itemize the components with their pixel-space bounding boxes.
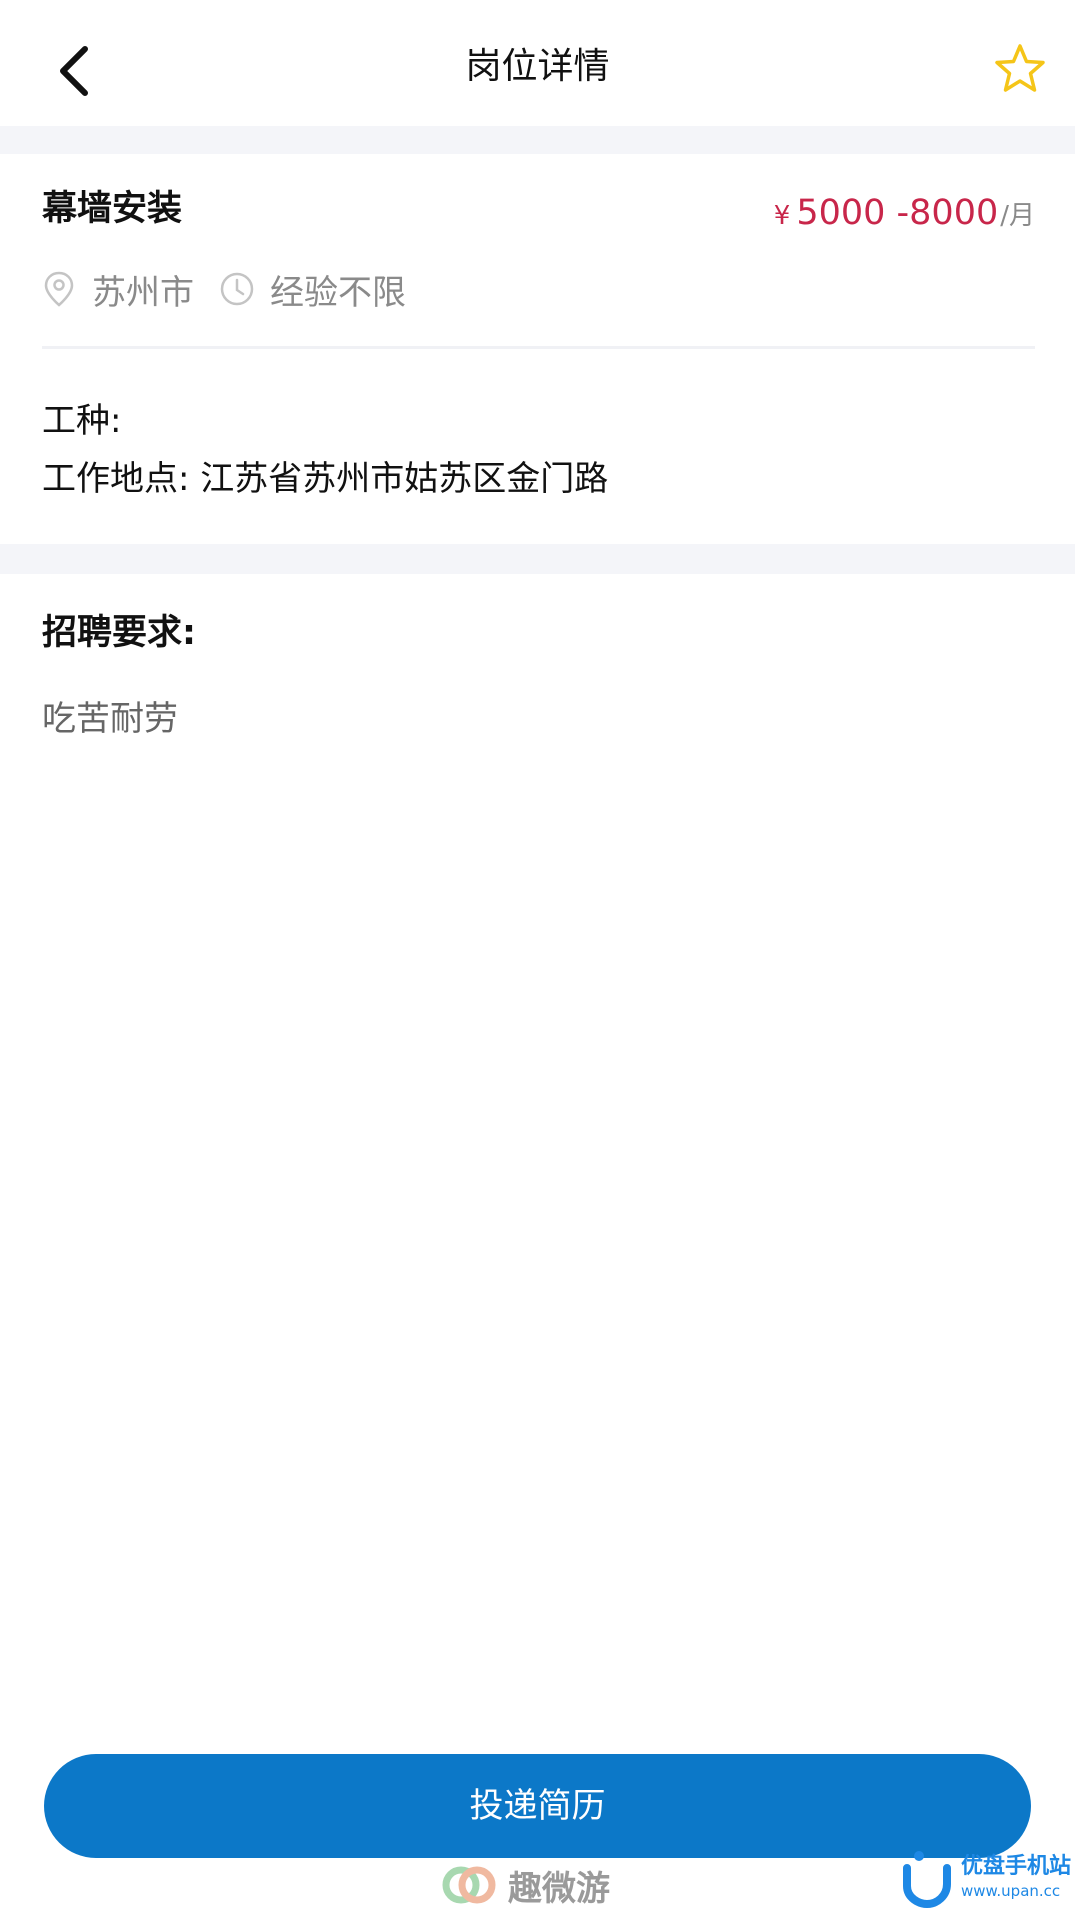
job-detail-page: 岗位详情 幕墙安装 ¥5000 -8000/月 苏州市 经验不限 工种: 工作地… bbox=[0, 0, 1075, 1915]
watermark-left-text: 趣微游 bbox=[508, 1868, 610, 1909]
clock-icon bbox=[218, 270, 256, 308]
requirements-heading: 招聘要求: bbox=[42, 613, 196, 653]
salary-currency: ¥ bbox=[773, 201, 791, 231]
page-title: 岗位详情 bbox=[465, 46, 610, 87]
salary-unit: /月 bbox=[1000, 201, 1035, 231]
salary-range: 5000 -8000 bbox=[796, 193, 999, 233]
trade-label: 工种: bbox=[42, 401, 122, 441]
job-title: 幕墙安装 bbox=[42, 189, 183, 229]
favorite-button[interactable] bbox=[989, 38, 1051, 100]
work-location-value: 江苏省苏州市姑苏区金门路 bbox=[200, 459, 609, 499]
job-meta: 苏州市 经验不限 bbox=[40, 264, 430, 314]
watermark-right-url: www.upan.cc bbox=[960, 1882, 1061, 1900]
job-experience: 经验不限 bbox=[270, 272, 406, 313]
trade-row: 工种: bbox=[42, 396, 121, 446]
job-city: 苏州市 bbox=[92, 272, 194, 313]
watermark-right-name: 优盘手机站 bbox=[960, 1854, 1071, 1879]
job-summary-card: 幕墙安装 ¥5000 -8000/月 苏州市 经验不限 工种: 工作地点: 江苏… bbox=[0, 154, 1075, 544]
usb-logo-icon bbox=[902, 1851, 951, 1908]
top-nav-bar: 岗位详情 bbox=[0, 0, 1075, 126]
watermark-right: 优盘手机站 www.upan.cc bbox=[897, 1842, 1071, 1912]
requirements-text: 吃苦耐劳 bbox=[42, 699, 178, 739]
watermark-logo-icon bbox=[442, 1866, 496, 1904]
star-outline-icon bbox=[995, 44, 1045, 92]
salary: ¥5000 -8000/月 bbox=[774, 188, 1035, 244]
submit-resume-button[interactable]: 投递简历 bbox=[44, 1754, 1031, 1858]
section-separator bbox=[0, 126, 1075, 154]
section-separator bbox=[0, 544, 1075, 574]
work-location-label: 工作地点: bbox=[42, 459, 190, 499]
work-location-row: 工作地点: 江苏省苏州市姑苏区金门路 bbox=[42, 454, 608, 504]
divider bbox=[42, 346, 1035, 349]
location-pin-icon bbox=[40, 270, 78, 308]
requirements-section: 招聘要求: 吃苦耐劳 bbox=[0, 574, 1075, 1674]
watermark-left: 趣微游 bbox=[442, 1858, 610, 1912]
